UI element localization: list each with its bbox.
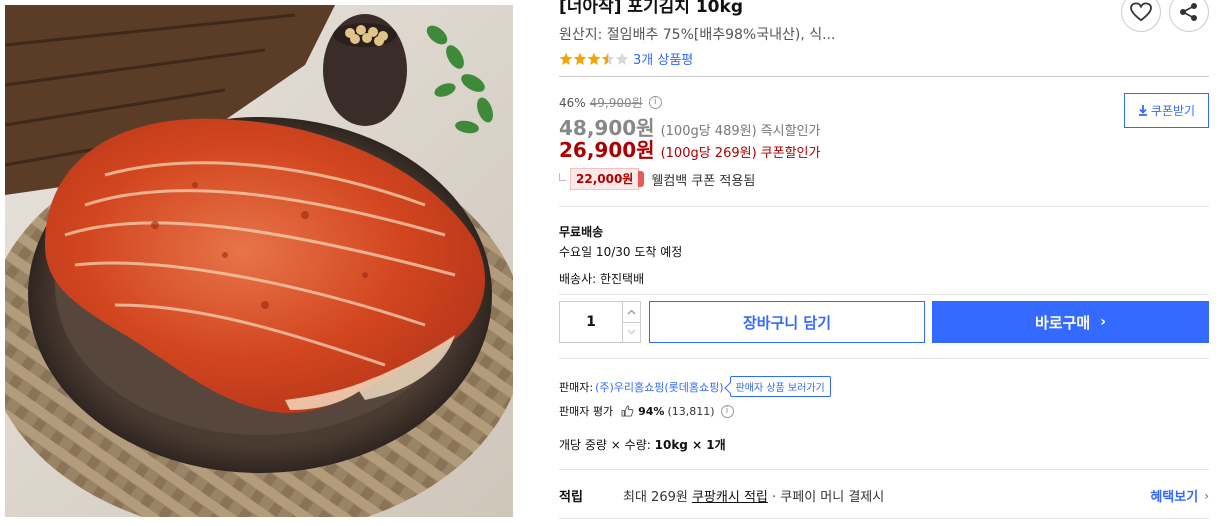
- rating-stars[interactable]: 3개 상품평: [559, 49, 693, 68]
- quantity-decrease-button[interactable]: [623, 323, 640, 343]
- option-summary: 개당 중량 × 수량: 10kg × 1개: [559, 436, 726, 453]
- seller-rating-row: 판매자 평가 94% (13,811) i: [559, 403, 734, 419]
- discount-rate: 46%: [559, 95, 586, 110]
- star-half-icon: [601, 52, 615, 65]
- review-count-link[interactable]: 3개 상품평: [633, 49, 693, 68]
- coupon-price: 26,900원: [559, 138, 655, 162]
- divider: [559, 294, 1209, 295]
- seller-label: 판매자:: [559, 380, 594, 394]
- buy-now-label: 바로구매: [1035, 313, 1091, 332]
- chevron-right-icon: ›: [1100, 314, 1106, 330]
- quantity-increase-button[interactable]: [623, 302, 640, 323]
- star-full-icon: [587, 52, 601, 65]
- product-title: [너아작] 포기김치 10kg: [559, 0, 743, 17]
- option-value: 10kg × 1개: [654, 438, 726, 452]
- courier-info: 배송사: 한진택배: [559, 272, 645, 286]
- seller-row: 판매자: (주)우리홈쇼핑(롯데홈쇼핑) 판매자 상품 보러가기: [559, 376, 831, 397]
- quantity-stepper: [559, 301, 641, 343]
- share-icon: [1180, 3, 1197, 21]
- divider: [559, 206, 1209, 207]
- points-amount: 최대 269원: [623, 490, 688, 505]
- star-full-icon: [573, 52, 587, 65]
- product-origin: 원산지: 절임배추 75%[배추98%국내산), 식...: [559, 27, 836, 43]
- original-price: 49,900원: [589, 96, 643, 110]
- welcome-coupon-badge: 22,000원: [570, 168, 645, 190]
- product-info-panel: [너아작] 포기김치 10kg 원산지: 절임배추 75%[배추98%국내산),…: [559, 0, 1211, 526]
- chevron-down-icon: [627, 329, 636, 335]
- wishlist-button[interactable]: [1121, 0, 1161, 32]
- coupon-download-label: 쿠폰받기: [1150, 104, 1196, 118]
- seller-products-link[interactable]: 판매자 상품 보러가기: [729, 376, 831, 397]
- welcome-coupon-text: 웰컴백 쿠폰 적용됨: [651, 173, 756, 189]
- quantity-step-buttons: [622, 302, 640, 342]
- coupang-cash-link[interactable]: 쿠팡캐시 적립: [692, 490, 768, 505]
- share-button[interactable]: [1169, 0, 1209, 32]
- seller-rating-count: (13,811): [667, 404, 715, 418]
- info-icon[interactable]: i: [648, 96, 662, 109]
- seller-name-link[interactable]: (주)우리홈쇼핑(롯데홈쇼핑): [595, 379, 724, 395]
- coupon-price-row: 26,900원 (100g당 269원) 쿠폰할인가: [559, 134, 820, 163]
- points-condition: · 쿠페이 머니 결제시: [772, 490, 885, 505]
- coupon-unit-price: (100g당 269원): [660, 146, 757, 161]
- quantity-input[interactable]: [560, 302, 622, 342]
- indent-mark: [559, 173, 566, 181]
- shipping-title: 무료배송: [559, 225, 604, 239]
- star-full-icon: [559, 52, 573, 65]
- star-empty-icon: [615, 52, 629, 65]
- thumbs-up-icon: [621, 405, 634, 417]
- buy-now-button[interactable]: 바로구매 ›: [932, 301, 1209, 343]
- points-label: 적립: [559, 490, 583, 505]
- heart-icon: [1130, 2, 1152, 22]
- coupon-price-label: 쿠폰할인가: [760, 146, 821, 161]
- discount-row: 46% 49,900원 i: [559, 94, 662, 111]
- add-to-cart-button[interactable]: 장바구니 담기: [649, 301, 925, 343]
- points-text: 최대 269원 쿠팡캐시 적립 · 쿠페이 머니 결제시: [623, 486, 884, 505]
- divider: [559, 76, 1209, 77]
- seller-rating-percent: 94%: [638, 404, 665, 418]
- download-icon: [1138, 105, 1147, 116]
- chevron-right-icon: ›: [1204, 488, 1209, 503]
- info-icon[interactable]: i: [720, 404, 734, 418]
- kimchi-photo: [5, 5, 513, 517]
- option-label: 개당 중량 × 수량:: [559, 438, 651, 452]
- coupon-download-button[interactable]: 쿠폰받기: [1124, 93, 1209, 128]
- divider: [559, 518, 1209, 519]
- divider: [559, 358, 1209, 359]
- arrival-date: 수요일 10/30 도착 예정: [559, 245, 683, 259]
- divider: [559, 469, 1209, 470]
- product-image[interactable]: [5, 5, 513, 517]
- benefit-view-label: 혜택보기: [1150, 490, 1199, 505]
- benefit-view-link[interactable]: 혜택보기 ›: [1150, 486, 1209, 506]
- seller-rating-label: 판매자 평가: [559, 405, 614, 418]
- chevron-up-icon: [627, 309, 636, 315]
- welcome-coupon-row: 22,000원 웰컴백 쿠폰 적용됨: [559, 168, 755, 190]
- points-row: 적립 최대 269원 쿠팡캐시 적립 · 쿠페이 머니 결제시 혜택보기 ›: [559, 486, 1209, 506]
